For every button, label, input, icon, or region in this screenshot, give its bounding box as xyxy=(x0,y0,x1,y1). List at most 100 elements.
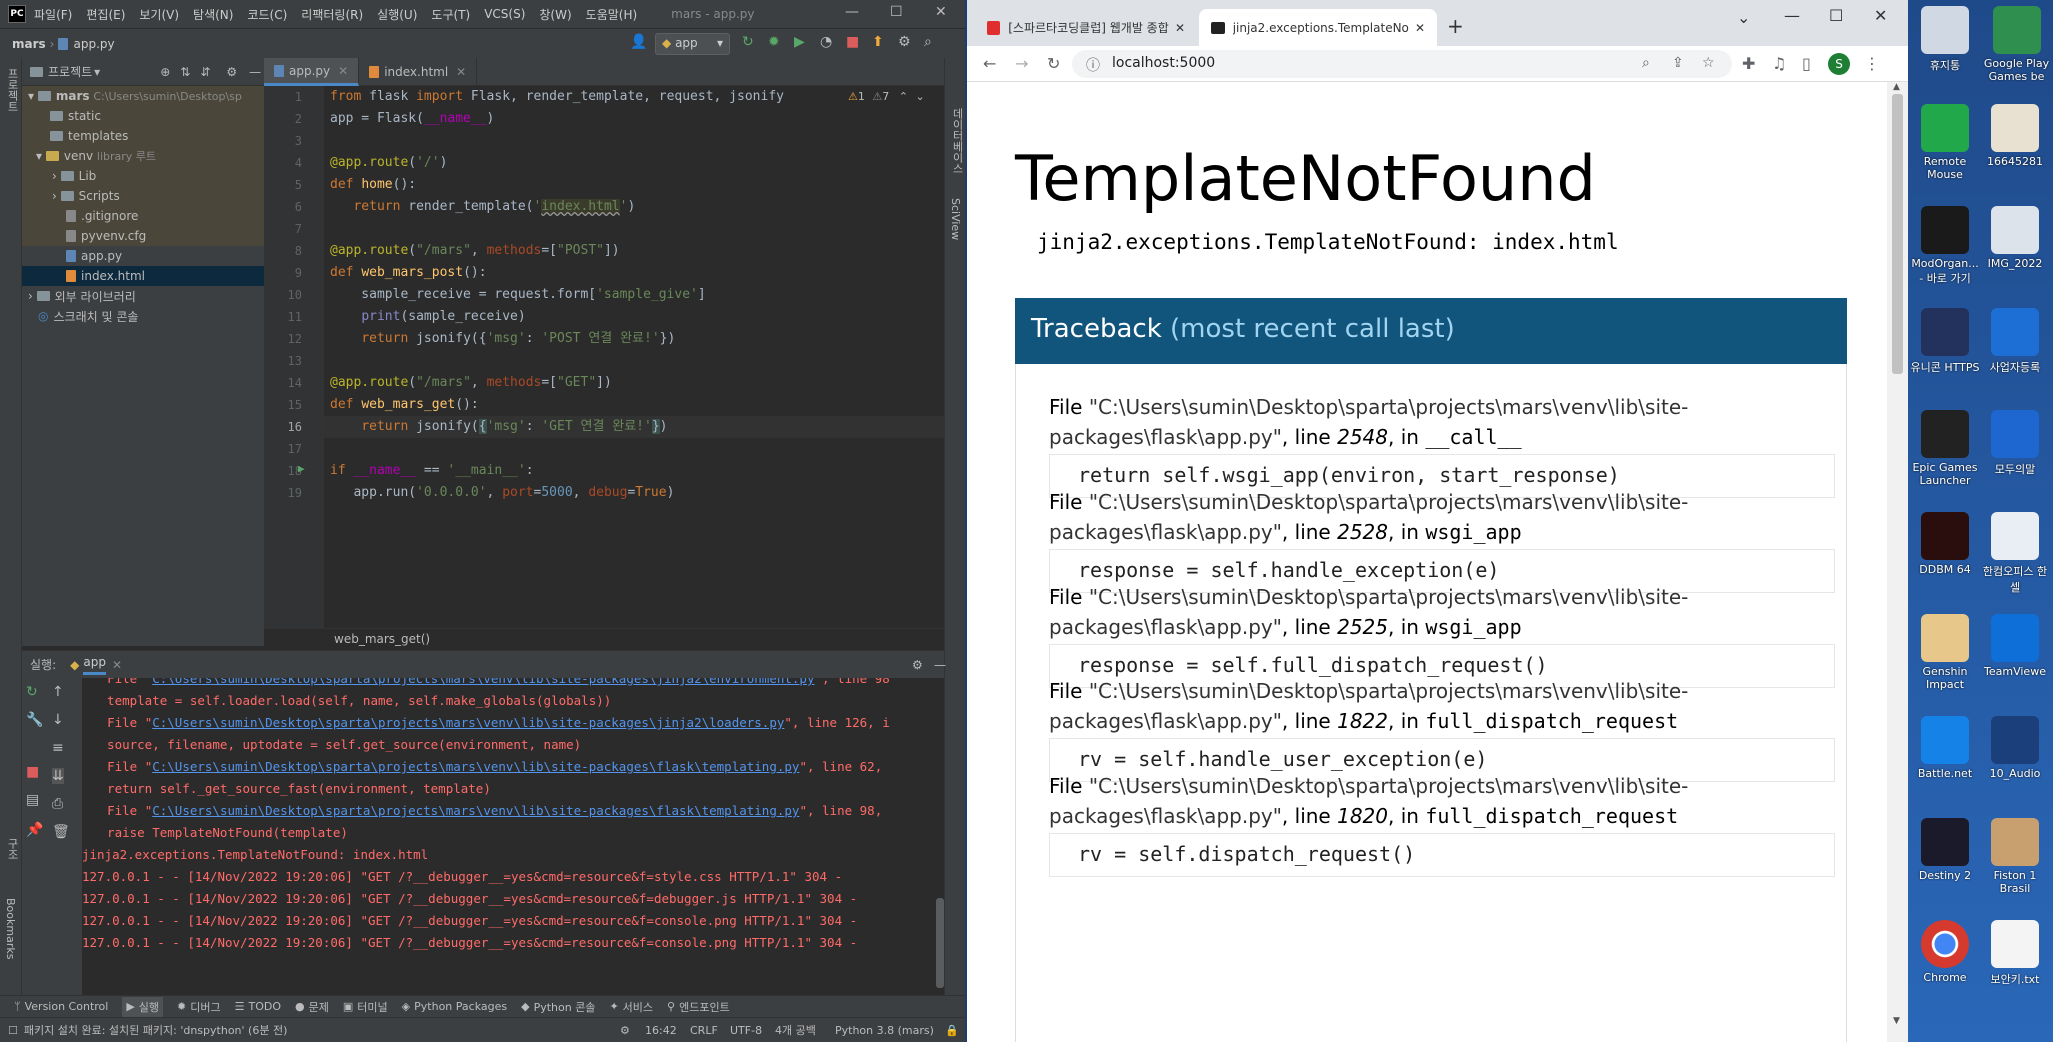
tree-item-app-py[interactable]: app.py xyxy=(22,246,264,266)
traceback-frame[interactable]: File "C:\Users\sumin\Desktop\sparta\proj… xyxy=(1049,676,1835,782)
collapse-icon[interactable]: ⊕ xyxy=(160,65,170,79)
tree-item-venv[interactable]: ▾ venv library 루트 xyxy=(22,146,264,166)
settings-gear-icon[interactable]: ⚙ xyxy=(898,34,911,50)
coverage-icon[interactable]: ▶ xyxy=(794,34,805,50)
close-tab-icon[interactable]: ✕ xyxy=(1175,21,1185,35)
browser-tab-jinja-error[interactable]: jinja2.exceptions.TemplateNotFo ✕ xyxy=(1199,9,1437,46)
breadcrumb-file[interactable]: app.py xyxy=(73,37,114,51)
update-icon[interactable]: ⬆ xyxy=(872,34,884,50)
expand-all-icon[interactable]: ⇅ xyxy=(180,65,190,79)
menu-file[interactable]: 파일(F) xyxy=(34,6,72,23)
kebab-menu-icon[interactable]: ⋮ xyxy=(1864,54,1880,73)
menu-edit[interactable]: 편집(E) xyxy=(86,6,125,23)
tree-item-external-libraries[interactable]: › 외부 라이브러리 xyxy=(22,286,264,306)
desktop-icon-epic-games[interactable]: Epic Games Launcher xyxy=(1910,410,1980,487)
close-icon[interactable]: ✕ xyxy=(1874,6,1887,25)
back-icon[interactable]: ← xyxy=(983,54,996,73)
extensions-icon[interactable]: ✚ xyxy=(1742,54,1755,73)
menu-window[interactable]: 창(W) xyxy=(539,6,571,23)
bookmark-star-icon[interactable]: ☆ xyxy=(1702,55,1715,71)
desktop-icon-fiston[interactable]: Fiston 1 Brasil xyxy=(1980,818,2050,895)
python-interpreter[interactable]: Python 3.8 (mars) xyxy=(835,1024,934,1037)
desktop-icon-mod-organizer[interactable]: ModOrgan... - 바로 가기 xyxy=(1910,206,1980,286)
menu-run[interactable]: 실행(U) xyxy=(377,6,417,23)
scroll-up-icon[interactable]: ▲ xyxy=(1893,82,1900,92)
hide-icon[interactable]: — xyxy=(249,65,261,79)
stop-icon[interactable]: ■ xyxy=(846,34,859,50)
minimize-icon[interactable]: — xyxy=(1784,6,1800,25)
project-panel-title[interactable]: 프로젝트 xyxy=(48,63,92,80)
desktop-icon-image-file[interactable]: 16645281 xyxy=(1980,104,2050,168)
traceback-header[interactable]: Traceback (most recent call last) xyxy=(1015,298,1847,364)
desktop-icon-ddbm[interactable]: DDBM 64 xyxy=(1910,512,1980,576)
line-separator[interactable]: CRLF xyxy=(690,1024,718,1037)
run-gutter-icon[interactable]: ▶ xyxy=(298,462,305,475)
output-file-link[interactable]: C:\Users\sumin\Desktop\sparta\projects\m… xyxy=(152,678,814,686)
address-bar[interactable]: ⓘ localhost:5000 ⌕ ⇪ ☆ xyxy=(1072,50,1732,78)
trash-icon[interactable]: 🗑 xyxy=(52,824,70,840)
search-everywhere-icon[interactable]: ⌕ xyxy=(924,34,932,50)
output-file-link[interactable]: C:\Users\sumin\Desktop\sparta\projects\m… xyxy=(152,715,784,730)
traceback-frame[interactable]: File "C:\Users\sumin\Desktop\sparta\proj… xyxy=(1049,771,1835,877)
tab-python-packages[interactable]: ◈ Python Packages xyxy=(402,1000,507,1013)
arrow-up-icon[interactable]: ↑ xyxy=(52,684,64,700)
user-icon[interactable]: 👤 xyxy=(630,34,647,50)
bookmarks-tool-label[interactable]: Bookmarks xyxy=(4,898,17,959)
desktop-icon-genshin[interactable]: Genshin Impact xyxy=(1910,614,1980,691)
project-tool-label[interactable]: 프로젝트 xyxy=(4,68,20,112)
soft-wrap-icon[interactable]: ≡ xyxy=(52,740,64,756)
tab-search-icon[interactable]: ⌄ xyxy=(1737,8,1750,27)
traceback-frame[interactable]: File "C:\Users\sumin\Desktop\sparta\proj… xyxy=(1049,487,1835,593)
indent-setting[interactable]: 4개 공백 xyxy=(775,1022,816,1038)
desktop-icon-google-play-games[interactable]: Google Play Games be xyxy=(1980,6,2053,83)
run-config-select[interactable]: ◆ app ▾ xyxy=(655,33,730,55)
close-tab-icon[interactable]: ✕ xyxy=(456,65,466,79)
tree-item-templates[interactable]: templates xyxy=(22,126,264,146)
chevron-down-icon[interactable]: ⌄ xyxy=(915,90,924,103)
maximize-icon[interactable]: ☐ xyxy=(890,4,903,20)
run-tab-app[interactable]: app xyxy=(83,655,106,675)
scroll-down-icon[interactable]: ▼ xyxy=(1893,1016,1900,1026)
close-tab-icon[interactable]: ✕ xyxy=(112,658,122,672)
layout-icon[interactable]: ▤ xyxy=(26,792,39,808)
close-tab-icon[interactable]: ✕ xyxy=(338,64,348,78)
desktop-icon-hancell[interactable]: 한컴오피스 한셀 xyxy=(1980,512,2050,595)
database-tool-label[interactable]: 데이터베이스 xyxy=(949,108,965,174)
tab-app-py[interactable]: app.py ✕ xyxy=(264,58,360,86)
scroll-to-end-icon[interactable]: ⇊ xyxy=(52,768,64,784)
code-editor[interactable]: from flask import Flask, render_template… xyxy=(324,86,944,646)
menu-tools[interactable]: 도구(T) xyxy=(431,6,470,23)
desktop-icon-zip[interactable]: 사업자등록 xyxy=(1980,308,2050,375)
tree-item-scripts[interactable]: › Scripts xyxy=(22,186,264,206)
minimize-icon[interactable]: — xyxy=(845,4,859,20)
menu-navigate[interactable]: 탐색(N) xyxy=(193,6,233,23)
desktop-icon-recycle-bin[interactable]: 휴지통 xyxy=(1910,6,1980,73)
info-icon[interactable]: ⓘ xyxy=(1086,55,1100,75)
menu-help[interactable]: 도움말(H) xyxy=(586,6,638,23)
menu-refactor[interactable]: 리팩터링(R) xyxy=(301,6,363,23)
desktop-icon-text-file[interactable]: 보안키.txt xyxy=(1980,920,2050,987)
close-icon[interactable]: ✕ xyxy=(935,4,947,20)
hide-icon[interactable]: — xyxy=(934,658,946,672)
desktop-icon-destiny[interactable]: Destiny 2 xyxy=(1910,818,1980,882)
tab-run[interactable]: ▶ 실행 xyxy=(122,996,164,1017)
tree-item-scratches[interactable]: ◎ 스크래치 및 콘솔 xyxy=(22,306,264,326)
desktop-icon-audio[interactable]: 10_Audio xyxy=(1980,716,2050,780)
structure-tool-label[interactable]: 구조 xyxy=(4,838,20,860)
desktop-icon-unicorn-https[interactable]: 유니콘 HTTPS xyxy=(1910,308,1980,375)
gear-icon[interactable]: ⚙ xyxy=(912,658,923,672)
maximize-icon[interactable]: ☐ xyxy=(1829,6,1843,25)
status-message[interactable]: 패키지 설치 완료: 설치된 패키지: 'dnspython' (6분 전) xyxy=(24,1022,287,1038)
sciview-tool-label[interactable]: SciView xyxy=(949,198,962,240)
tree-item-pyvenv[interactable]: pyvenv.cfg xyxy=(22,226,264,246)
desktop-icon-remote-mouse[interactable]: Remote Mouse xyxy=(1910,104,1980,181)
forward-icon[interactable]: → xyxy=(1015,54,1028,73)
rerun-icon[interactable]: ↻ xyxy=(742,34,754,50)
rerun-icon[interactable]: ↻ xyxy=(26,684,38,700)
file-encoding[interactable]: UTF-8 xyxy=(730,1024,762,1037)
arrow-down-icon[interactable]: ↓ xyxy=(52,712,64,728)
caret-position[interactable]: 16:42 xyxy=(645,1024,677,1037)
tab-services[interactable]: ✦ 서비스 xyxy=(609,999,653,1015)
print-icon[interactable]: ⎙ xyxy=(52,796,63,812)
tree-item-static[interactable]: static xyxy=(22,106,264,126)
